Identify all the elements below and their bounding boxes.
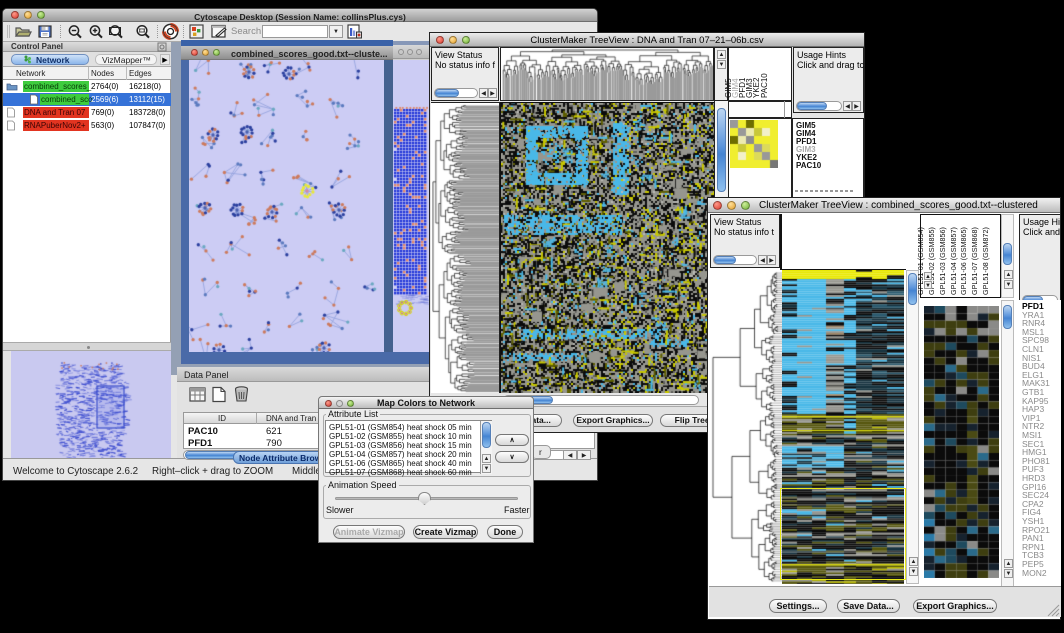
svg-text:1:1: 1:1: [140, 29, 145, 33]
